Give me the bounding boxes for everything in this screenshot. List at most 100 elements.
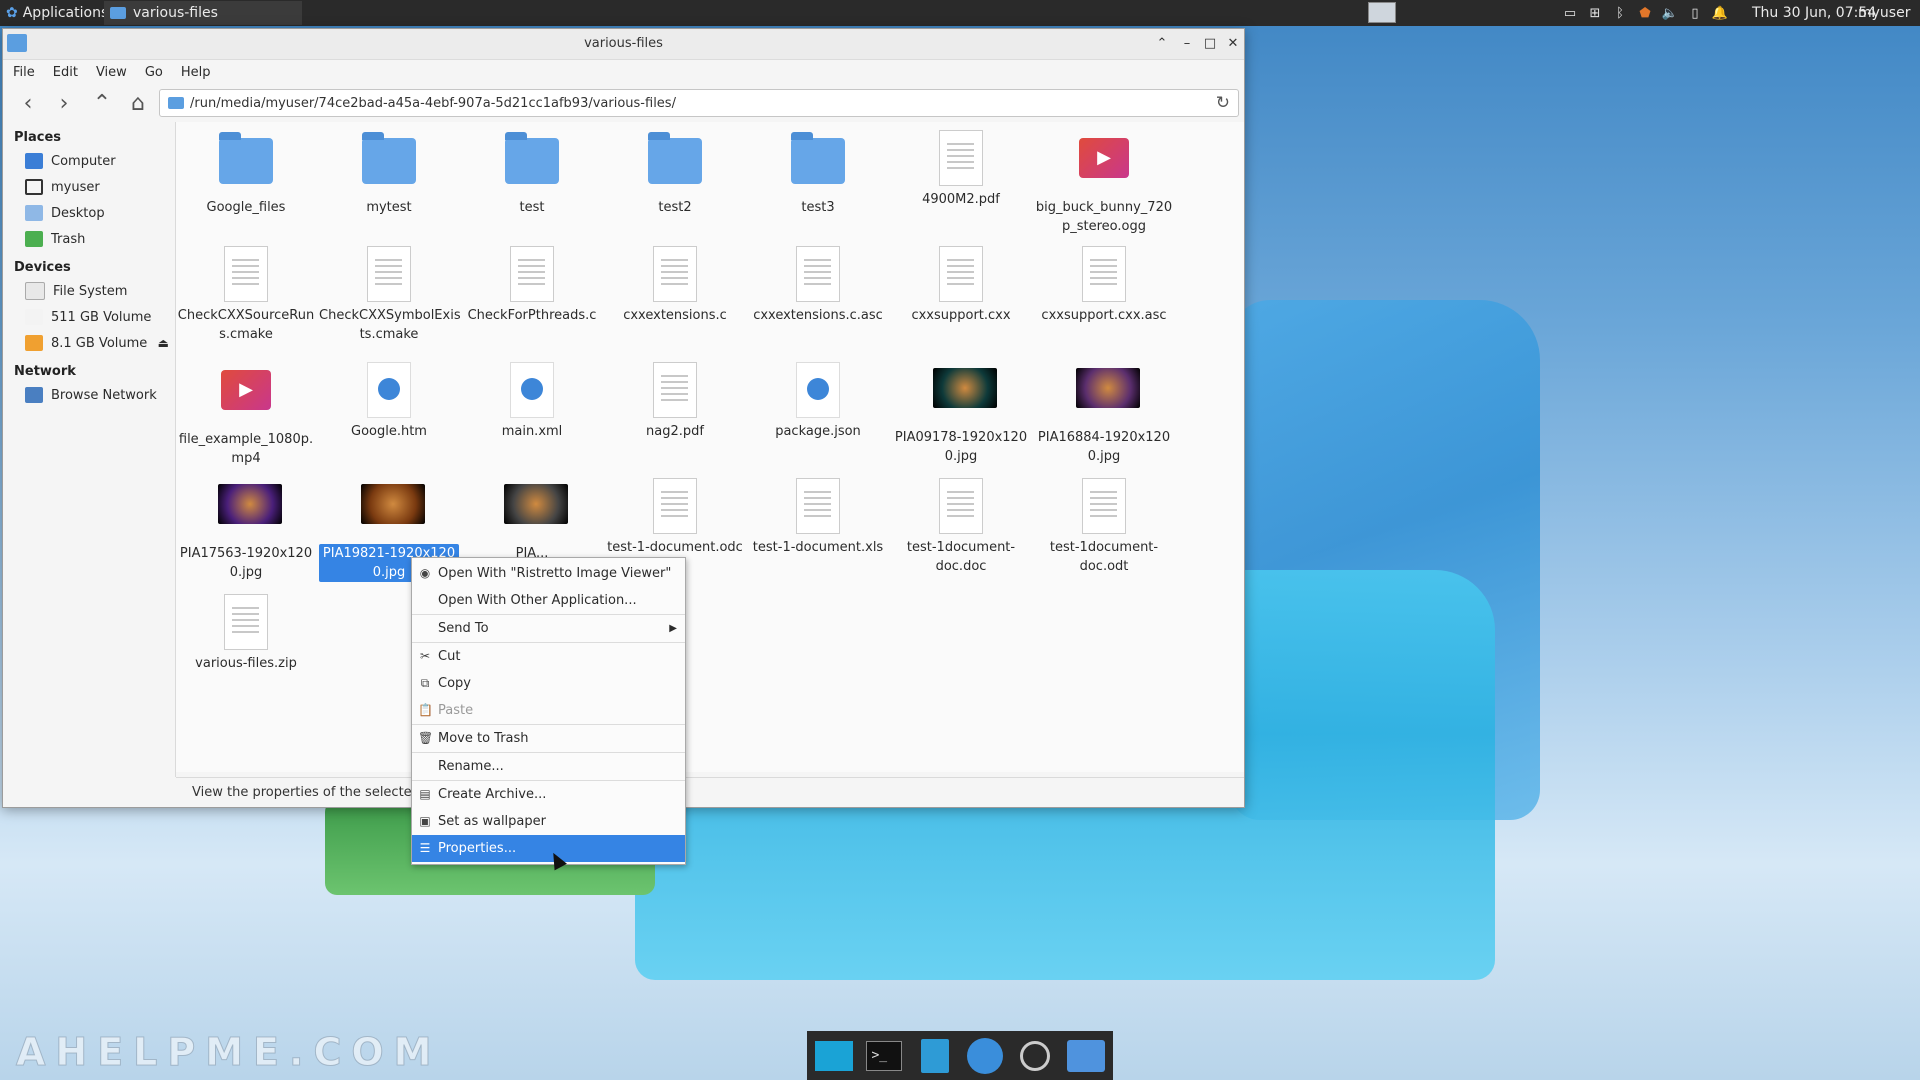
file-item[interactable]: test-1-document.odc <box>605 478 745 557</box>
clipboard-icon[interactable]: ▭ <box>1562 5 1578 21</box>
context-menu-label: Copy <box>438 676 471 691</box>
menu-edit[interactable]: Edit <box>53 65 78 80</box>
file-label: Google.htm <box>351 424 427 439</box>
file-thumb <box>504 246 560 302</box>
close-icon[interactable]: ✕ <box>1224 35 1242 53</box>
usb-drive-icon <box>25 335 43 351</box>
folder-item[interactable]: test <box>462 130 602 217</box>
search-icon[interactable] <box>1016 1036 1054 1076</box>
folder-icon <box>110 7 126 19</box>
context-menu-item[interactable]: ▤ Create Archive... <box>412 781 685 808</box>
back-icon[interactable]: ‹ <box>15 90 41 116</box>
file-item[interactable]: cxxsupport.cxx.asc <box>1034 246 1174 325</box>
user-menu[interactable]: myuser <box>1858 0 1910 26</box>
folder-icon[interactable] <box>1066 1036 1105 1076</box>
file-item[interactable]: main.xml <box>462 362 602 441</box>
taskbar-item-file-manager[interactable]: various-files <box>104 1 302 25</box>
network-icon[interactable]: ⊞ <box>1587 5 1603 21</box>
file-item[interactable]: PIA17563-1920x120 0.jpg <box>176 478 316 582</box>
file-item[interactable]: ▶ big_buck_bunny_720 p_stereo.ogg <box>1034 130 1174 236</box>
file-item[interactable]: various-files.zip <box>176 594 316 673</box>
sidebar-item-trash[interactable]: Trash <box>3 226 175 252</box>
location-bar[interactable]: /run/media/myuser/74ce2bad-a45a-4ebf-907… <box>159 89 1239 117</box>
volume-icon[interactable]: 🔈 <box>1662 5 1678 21</box>
file-item[interactable]: CheckCXXSourceRun s.cmake <box>176 246 316 344</box>
scissors-icon: ✂ <box>419 649 431 663</box>
sidebar-item-desktop[interactable]: Desktop <box>3 200 175 226</box>
bluetooth-icon[interactable]: ᛒ <box>1612 5 1628 21</box>
file-item[interactable]: cxxsupport.cxx <box>891 246 1031 325</box>
context-menu-item[interactable]: ⧉ Copy <box>412 670 685 697</box>
maximize-icon[interactable]: □ <box>1201 35 1219 53</box>
context-menu-item[interactable]: Open With Other Application... <box>412 587 685 614</box>
file-item[interactable]: cxxextensions.c.asc <box>748 246 888 325</box>
sidebar-item-filesystem[interactable]: File System <box>3 278 175 304</box>
folder-item[interactable]: Google_files <box>176 130 316 217</box>
file-item[interactable]: package.json <box>748 362 888 441</box>
applications-menu[interactable]: ✿ Applications <box>2 0 112 26</box>
folder-item[interactable]: test2 <box>605 130 745 217</box>
menu-file[interactable]: File <box>13 65 35 80</box>
file-item[interactable]: test-1document- doc.doc <box>891 478 1031 576</box>
battery-icon[interactable]: ▯ <box>1687 5 1703 21</box>
taskbar-item-label: various-files <box>133 5 218 21</box>
file-item[interactable]: 4900M2.pdf <box>891 130 1031 209</box>
notification-bell-icon[interactable]: 🔔 <box>1712 5 1728 21</box>
reload-icon[interactable]: ↻ <box>1216 93 1230 113</box>
file-label: Google_files <box>206 200 286 215</box>
file-item[interactable]: PIA... <box>462 478 602 563</box>
minimize-icon[interactable]: – <box>1178 35 1196 53</box>
file-item[interactable]: nag2.pdf <box>605 362 745 441</box>
context-menu-item[interactable]: Rename... <box>412 753 685 780</box>
document-icon <box>510 246 554 302</box>
menu-view[interactable]: View <box>96 65 127 80</box>
context-menu-item[interactable]: ◉ Open With "Ristretto Image Viewer" <box>412 560 685 587</box>
image-thumbnail <box>933 368 997 408</box>
sidebar-item-volume-511[interactable]: 511 GB Volume <box>3 304 175 330</box>
menu-help[interactable]: Help <box>181 65 211 80</box>
file-label: test <box>519 200 545 215</box>
file-label: file_example_1080p. mp4 <box>178 432 314 466</box>
web-browser-icon[interactable] <box>966 1036 1004 1076</box>
file-item[interactable]: Google.htm <box>319 362 459 441</box>
eject-icon[interactable]: ⏏ <box>158 336 169 350</box>
sidebar-item-volume-8[interactable]: 8.1 GB Volume ⏏ <box>3 330 175 356</box>
file-manager-icon[interactable] <box>916 1036 954 1076</box>
file-item[interactable]: cxxextensions.c <box>605 246 745 325</box>
sidebar-item-computer[interactable]: Computer <box>3 148 175 174</box>
desktop-icon <box>25 205 43 221</box>
web-file-icon <box>367 362 411 418</box>
file-item[interactable]: CheckCXXSymbolExis ts.cmake <box>319 246 461 344</box>
file-thumb <box>504 362 560 418</box>
up-icon[interactable]: ⌃ <box>89 90 115 116</box>
context-menu-item[interactable]: Send To ▶ <box>412 615 685 642</box>
forward-icon[interactable]: › <box>51 90 77 116</box>
titlebar[interactable]: various-files ⌃ – □ ✕ <box>3 29 1244 60</box>
file-label: cxxextensions.c.asc <box>753 308 883 323</box>
drive-icon <box>25 282 45 300</box>
folder-item[interactable]: test3 <box>748 130 888 217</box>
context-menu-item[interactable]: ✂ Cut <box>412 643 685 670</box>
folder-item[interactable]: mytest <box>319 130 459 217</box>
terminal-icon[interactable]: >_ <box>865 1036 903 1076</box>
workspace-switcher[interactable] <box>1368 2 1396 23</box>
file-label: test-1document- doc.doc <box>906 540 1016 574</box>
file-item[interactable]: ▶ file_example_1080p. mp4 <box>176 362 316 468</box>
sidebar-item-home[interactable]: myuser <box>3 174 175 200</box>
shade-icon[interactable]: ⌃ <box>1153 35 1171 53</box>
file-item[interactable]: test-1-document.xls <box>748 478 888 557</box>
file-thumb <box>218 594 274 650</box>
context-menu-item[interactable]: 🗑 Move to Trash <box>412 725 685 752</box>
file-item[interactable]: CheckForPthreads.c <box>462 246 602 325</box>
context-menu-item[interactable]: ▣ Set as wallpaper <box>412 808 685 835</box>
home-icon[interactable]: ⌂ <box>125 90 151 116</box>
file-item[interactable]: PIA16884-1920x120 0.jpg <box>1034 362 1174 466</box>
show-desktop-icon[interactable] <box>815 1036 854 1076</box>
sidebar-item-label: 511 GB Volume <box>51 309 152 325</box>
menu-go[interactable]: Go <box>145 65 163 80</box>
sidebar-item-browse-network[interactable]: Browse Network <box>3 382 175 408</box>
file-item[interactable]: PIA09178-1920x120 0.jpg <box>891 362 1031 466</box>
shield-icon[interactable]: ⬟ <box>1637 5 1653 21</box>
file-item[interactable]: test-1document- doc.odt <box>1034 478 1174 576</box>
context-menu: ◉ Open With "Ristretto Image Viewer" Open … <box>411 557 686 865</box>
